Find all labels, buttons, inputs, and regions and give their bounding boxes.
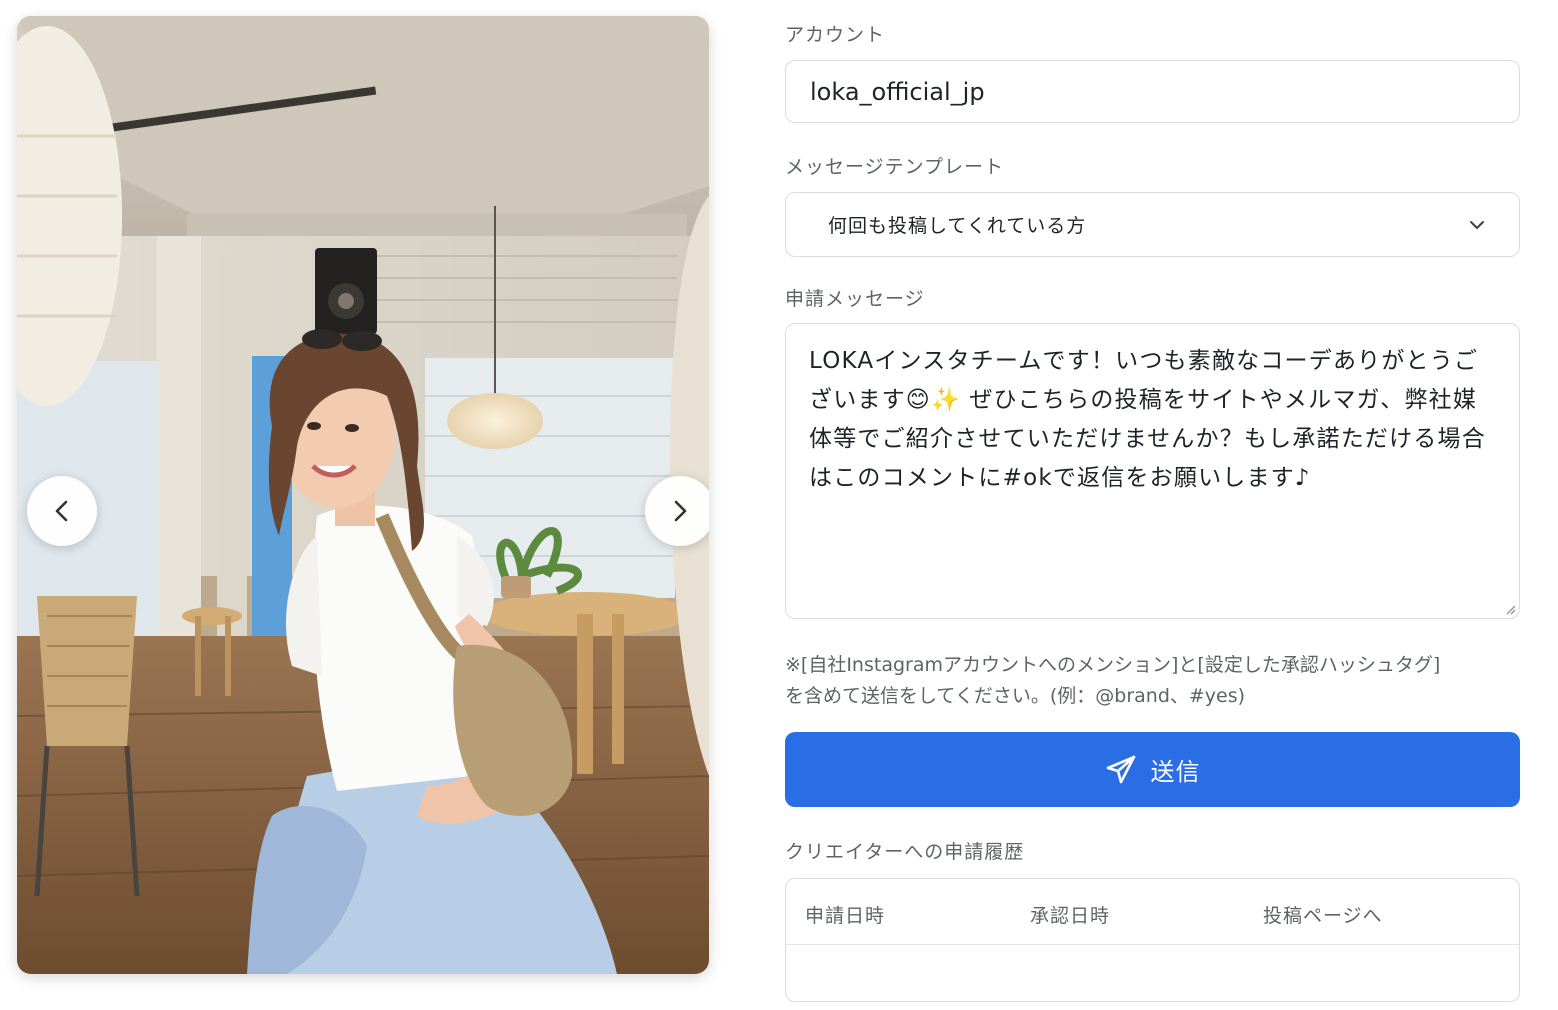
template-selected-value: 何回も投稿してくれている方: [828, 215, 1087, 237]
send-button[interactable]: 送信: [785, 732, 1520, 807]
carousel-next-button[interactable]: [645, 476, 709, 546]
note-line-2: を含めて送信をしてください。(例：@brand、#yes): [785, 685, 1246, 707]
send-button-label: 送信: [1150, 759, 1201, 786]
message-text: LOKAインスタチームです！いつも素敵なコーデありがとうございます😊✨ ぜひこち…: [809, 348, 1486, 491]
column-post-page-link: 投稿ページへ: [1263, 905, 1383, 927]
chevron-left-icon: [55, 500, 68, 522]
history-label: クリエイターへの申請履歴: [785, 841, 1025, 863]
chevron-down-icon: [1470, 221, 1484, 229]
template-label: メッセージテンプレート: [785, 156, 1005, 178]
chevron-right-icon: [674, 500, 687, 522]
request-history-table: 申請日時 承認日時 投稿ページへ: [785, 878, 1520, 1002]
carousel-prev-button[interactable]: [27, 476, 97, 546]
resize-grip-icon[interactable]: [1504, 603, 1516, 615]
table-header-row: 申請日時 承認日時 投稿ページへ: [786, 879, 1519, 945]
column-approval-date: 承認日時: [1030, 905, 1111, 927]
hashtag-note: ※[自社Instagramアカウントへのメンション]と[設定した承認ハッシュタグ…: [785, 650, 1520, 712]
account-input[interactable]: [785, 60, 1520, 123]
message-label: 申請メッセージ: [785, 288, 925, 310]
message-textarea[interactable]: LOKAインスタチームです！いつも素敵なコーデありがとうございます😊✨ ぜひこち…: [785, 323, 1520, 619]
note-line-1: ※[自社Instagramアカウントへのメンション]と[設定した承認ハッシュタグ…: [785, 654, 1441, 676]
account-label: アカウント: [785, 24, 886, 46]
column-request-date: 申請日時: [805, 905, 886, 927]
send-icon: [1106, 755, 1135, 783]
template-select[interactable]: 何回も投稿してくれている方: [785, 192, 1520, 257]
photo-carousel: [17, 16, 709, 974]
post-photo: [17, 16, 709, 974]
